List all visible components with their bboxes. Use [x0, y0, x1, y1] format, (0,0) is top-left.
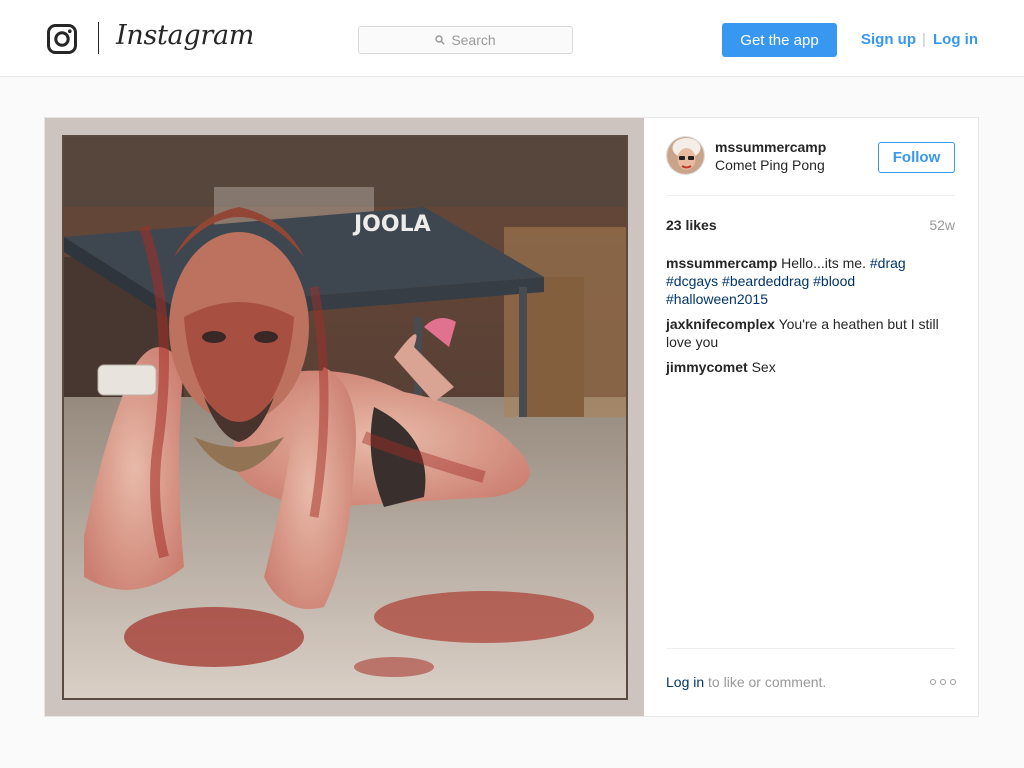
likes-count[interactable]: 23 likes — [666, 217, 717, 233]
login-prompt: Log in to like or comment. — [666, 674, 826, 690]
divider — [666, 648, 955, 649]
post-sidebar: mssummercamp Comet Ping Pong Follow 23 l… — [644, 118, 978, 716]
sign-up-link[interactable]: Sign up — [861, 31, 916, 48]
instagram-logo-icon[interactable] — [47, 24, 77, 54]
comment-item: jaxknifecomplex You're a heathen but I s… — [666, 315, 956, 351]
comment-username[interactable]: jimmycomet — [666, 359, 748, 375]
hashtag[interactable]: #dcgays — [666, 273, 718, 289]
nav-separator: | — [922, 31, 926, 48]
divider — [666, 195, 955, 196]
instagram-wordmark[interactable]: Instagram — [116, 20, 254, 51]
comment-item: jimmycomet Sex — [666, 358, 956, 376]
hashtag[interactable]: #blood — [813, 273, 855, 289]
hashtag[interactable]: #beardeddrag — [722, 273, 809, 289]
login-to-comment-link[interactable]: Log in — [666, 674, 704, 690]
log-in-link[interactable]: Log in — [933, 31, 978, 48]
login-prompt-text: to like or comment. — [708, 674, 827, 690]
dot-icon — [950, 679, 956, 685]
comments-list: mssummercamp Hello...its me. #drag #dcga… — [666, 254, 956, 383]
search-input[interactable]: Search — [358, 26, 573, 54]
post-photo[interactable]: JOOLA — [45, 118, 644, 716]
comment-text: Sex — [751, 359, 776, 375]
search-placeholder: Search — [451, 32, 496, 48]
caption: mssummercamp Hello...its me. #drag #dcga… — [666, 254, 956, 308]
logo-divider — [98, 22, 99, 54]
search-icon — [435, 35, 446, 45]
follow-button[interactable]: Follow — [878, 142, 955, 173]
post-location[interactable]: Comet Ping Pong — [715, 157, 825, 173]
hashtag[interactable]: #drag — [870, 255, 906, 271]
caption-text: Hello...its me. — [781, 255, 866, 271]
dot-icon — [940, 679, 946, 685]
comment-username[interactable]: jaxknifecomplex — [666, 316, 775, 332]
more-options-icon[interactable] — [930, 676, 956, 688]
dot-icon — [930, 679, 936, 685]
hashtag[interactable]: #halloween2015 — [666, 291, 768, 307]
post-username[interactable]: mssummercamp — [715, 139, 826, 155]
post-image: JOOLA — [62, 135, 628, 700]
post-age[interactable]: 52w — [929, 217, 955, 233]
top-navbar: Instagram Search Get the app Sign up | L… — [0, 0, 1024, 77]
post-card: JOOLA mssummercamp Comet Ping Pong Follo… — [44, 117, 979, 717]
avatar[interactable] — [666, 136, 705, 175]
get-app-button[interactable]: Get the app — [722, 23, 837, 57]
caption-username[interactable]: mssummercamp — [666, 255, 777, 271]
